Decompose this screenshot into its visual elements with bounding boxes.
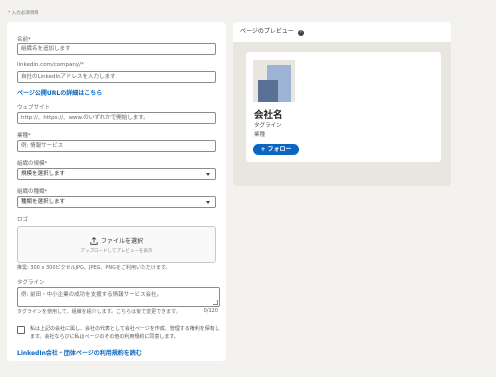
name-input[interactable]: 組織名を追加します bbox=[17, 43, 216, 55]
upload-subtext: アップロードしてプレビューを表示 bbox=[80, 249, 153, 254]
preview-company-name: 会社名 bbox=[254, 110, 283, 121]
website-input[interactable]: http://、https://、www.のいずれかで開始します。 bbox=[17, 112, 216, 124]
help-icon[interactable]: ? bbox=[297, 30, 304, 36]
type-select-value: 種類を選択します bbox=[21, 199, 66, 205]
name-label: 名前* bbox=[17, 37, 31, 43]
type-label: 組織の種類* bbox=[17, 189, 48, 195]
logo-placeholder bbox=[253, 60, 295, 102]
size-select[interactable]: 規模を選択します bbox=[17, 168, 216, 180]
preview-tagline: タグライン bbox=[254, 123, 282, 129]
industry-label: 業種* bbox=[17, 133, 31, 139]
preview-industry: 業種 bbox=[254, 132, 266, 138]
logo-shape-dark bbox=[258, 80, 278, 102]
tagline-textarea[interactable]: 例: 前田・中小企業の成功を支援する情報サービス会社。 bbox=[17, 287, 220, 307]
terms-text: 私は上記の会社に属し、会社の代表として会社ページを作成、管理する権利を保有します… bbox=[30, 326, 220, 340]
tagline-placeholder: 例: 前田・中小企業の成功を支援する情報サービス会社。 bbox=[21, 292, 163, 298]
chevron-down-icon bbox=[206, 201, 210, 204]
preview-company-card: 会社名 タグライン 業種 + フォロー bbox=[246, 52, 441, 162]
size-label: 組織の規模* bbox=[17, 161, 48, 167]
logo-label: ロゴ bbox=[17, 217, 29, 223]
terms-link[interactable]: LinkedIn会社・団体ページの利用規約を読む bbox=[17, 348, 142, 357]
url-label: linkedin.com/company/* bbox=[17, 62, 84, 68]
follow-button[interactable]: + フォロー bbox=[253, 144, 299, 155]
upload-icon bbox=[90, 236, 98, 245]
type-select[interactable]: 種類を選択します bbox=[17, 196, 216, 208]
resize-handle[interactable] bbox=[213, 300, 218, 305]
logo-upload-area[interactable]: ファイルを選択 アップロードしてプレビューを表示 bbox=[17, 226, 216, 263]
logo-hint: 推奨: 300 x 300ピクセルJPG、JPEG、PNGをご利用いただけます。 bbox=[17, 265, 171, 271]
upload-button[interactable]: ファイルを選択 bbox=[18, 236, 215, 245]
required-note: * 入力必須項目 bbox=[8, 11, 39, 16]
size-select-value: 規模を選択します bbox=[21, 171, 66, 177]
upload-button-label: ファイルを選択 bbox=[100, 238, 143, 245]
url-details-link[interactable]: ページ公開URLの詳細はこちら bbox=[17, 88, 102, 97]
website-label: ウェブサイト bbox=[17, 105, 51, 111]
chevron-down-icon bbox=[206, 173, 210, 176]
industry-input[interactable]: 例: 情報サービス bbox=[17, 140, 216, 152]
url-input[interactable]: 自社のLinkedInアドレスを入力します bbox=[17, 71, 216, 83]
preview-header: ページのプレビュー ? bbox=[233, 22, 451, 42]
tagline-counter: 0/120 bbox=[203, 308, 218, 314]
company-form: 名前* 組織名を追加します linkedin.com/company/* 自社の… bbox=[7, 22, 226, 361]
page-preview-panel: ページのプレビュー ? 会社名 タグライン 業種 + フォロー bbox=[233, 22, 451, 186]
preview-title: ページのプレビュー bbox=[240, 28, 294, 35]
tagline-label: タグライン bbox=[17, 280, 45, 286]
tagline-hint: タグラインを使用して、組織を紹介します。こちらは後で変更できます。 bbox=[17, 309, 181, 315]
terms-checkbox[interactable] bbox=[17, 326, 25, 334]
